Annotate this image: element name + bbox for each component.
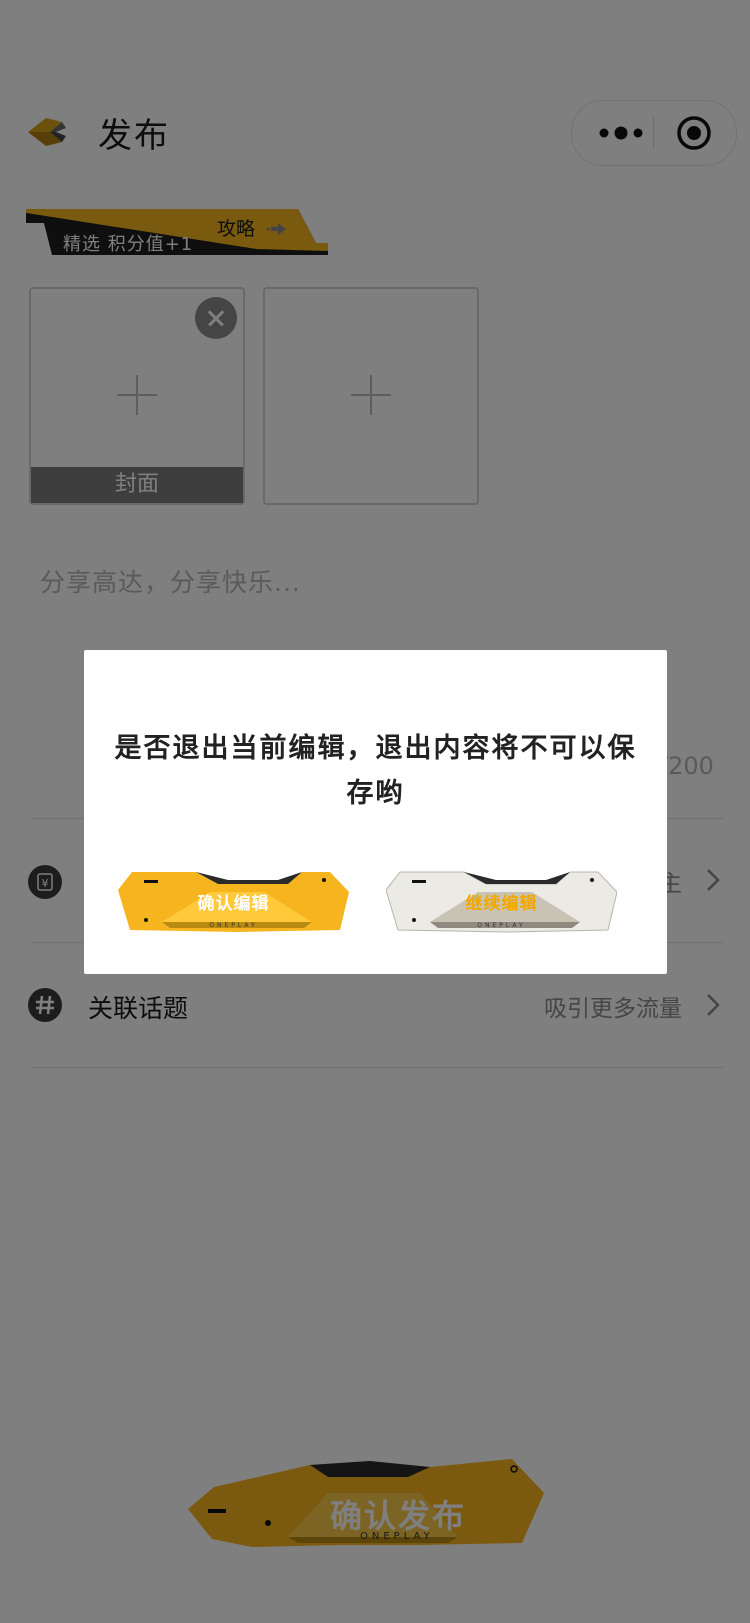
confirm-edit-label: 确认编辑 bbox=[197, 894, 270, 914]
dialog-message: 是否退出当前编辑，退出内容将不可以保存哟 bbox=[114, 733, 637, 809]
publish-page: 发布 精选 积分值+1 攻略 封面 分享高达，分享快乐... /200 bbox=[0, 0, 750, 1623]
continue-brand-text: ONEPLAY bbox=[477, 922, 526, 929]
continue-edit-label: 继续编辑 bbox=[465, 894, 538, 914]
confirm-brand-text: ONEPLAY bbox=[209, 922, 258, 929]
exit-confirm-dialog: 是否退出当前编辑，退出内容将不可以保存哟 确认编辑 ONEPLAY 继续编辑 O… bbox=[84, 650, 667, 974]
confirm-edit-button[interactable]: 确认编辑 ONEPLAY bbox=[118, 870, 349, 934]
continue-edit-button[interactable]: 继续编辑 ONEPLAY bbox=[386, 870, 617, 934]
